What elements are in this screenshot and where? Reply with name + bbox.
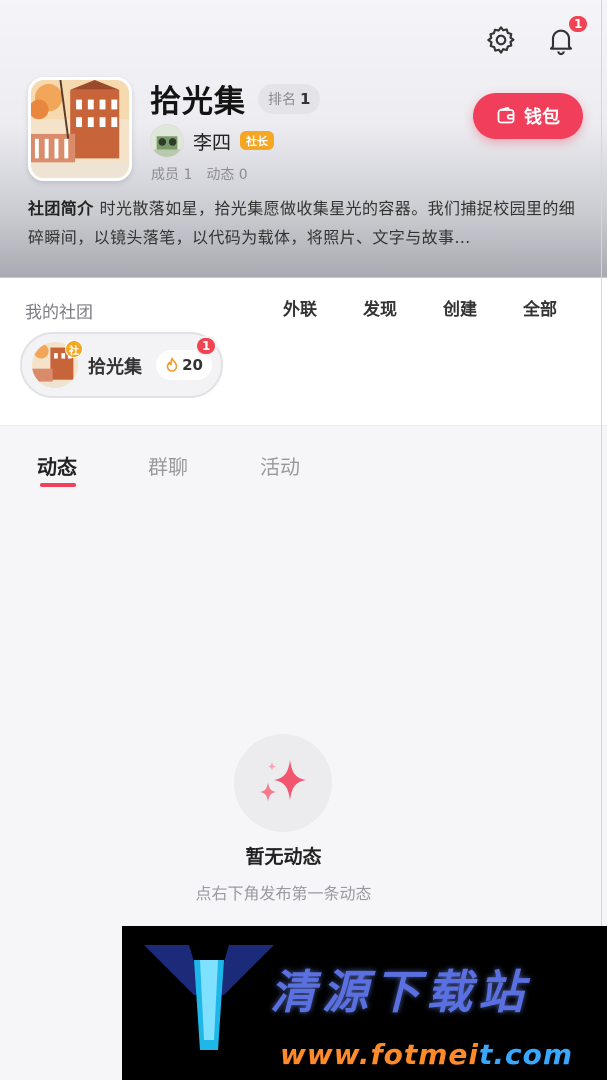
club-stats: 成员 1 动态 0 (151, 164, 248, 184)
owner-role-tag: 社长 (240, 131, 274, 150)
chip-club-name: 拾光集 (88, 357, 142, 378)
club-intro[interactable]: 社团简介 时光散落如星，拾光集愿做收集星光的容器。我们捕捉校园里的细碎瞬间，以镜头… (28, 194, 576, 252)
watermark-logo (144, 945, 274, 1050)
owner-avatar[interactable] (150, 124, 184, 158)
rank-badge[interactable]: 排名 1 (258, 84, 321, 114)
owner-avatar-image (151, 125, 183, 157)
owner-name: 李四 (193, 132, 232, 154)
my-clubs-section: 我的社团 外联 发现 创建 全部 社 拾光集 20 (0, 278, 607, 426)
member-count: 成员 1 (151, 167, 193, 183)
empty-state-title: 暂无动态 (245, 846, 322, 868)
club-header: 1 拾光集 排名 1 李四 社长 成员 1 动态 0 钱包 社团简介 时光散落如… (0, 0, 607, 278)
watermark-url-part2: t.com (479, 1038, 574, 1071)
settings-button[interactable] (481, 20, 521, 60)
active-tab-indicator (40, 483, 76, 487)
empty-state-illustration (234, 734, 332, 832)
link-discover[interactable]: 发现 (363, 295, 397, 320)
club-type-tag: 社 (65, 340, 83, 358)
post-count: 动态 0 (206, 167, 248, 183)
tab-group-chat[interactable]: 群聊 (148, 451, 188, 480)
watermark-title: 清源下载站 (270, 965, 530, 1019)
link-outreach[interactable]: 外联 (283, 295, 317, 320)
wallet-button[interactable]: 钱包 (473, 93, 583, 139)
heat-value: 20 (182, 356, 203, 374)
link-all[interactable]: 全部 (523, 295, 557, 320)
wallet-icon (497, 106, 515, 124)
fire-icon (166, 357, 178, 372)
gear-icon (487, 26, 515, 54)
my-clubs-title: 我的社团 (25, 303, 93, 323)
watermark-url-part1: www.fotmei (280, 1038, 480, 1071)
intro-label: 社团简介 (28, 199, 94, 218)
link-create[interactable]: 创建 (443, 295, 477, 320)
rank-label: 排名 (268, 92, 296, 108)
empty-state-subtitle: 点右下角发布第一条动态 (195, 884, 372, 903)
watermark-banner: 清源下载站 www.fotmeit.com (122, 926, 607, 1080)
tab-posts[interactable]: 动态 (37, 451, 77, 480)
content-tabs: 动态 群聊 活动 (0, 427, 607, 497)
club-avatar[interactable] (28, 77, 132, 181)
club-avatar-image (31, 80, 129, 178)
wallet-label: 钱包 (524, 107, 560, 127)
sparkle-icon (260, 760, 306, 802)
notification-badge: 1 (567, 14, 590, 34)
watermark-url: www.fotmeit.com (280, 1038, 573, 1071)
rank-value: 1 (300, 90, 311, 108)
intro-text: 时光散落如星，拾光集愿做收集星光的容器。我们捕捉校园里的细碎瞬间，以镜头落笔，以… (28, 199, 576, 247)
club-chip-badge: 1 (195, 336, 218, 356)
club-chip[interactable]: 社 拾光集 20 (20, 332, 223, 398)
tab-activities[interactable]: 活动 (260, 451, 300, 480)
club-name: 拾光集 (150, 84, 246, 120)
right-edge-divider (601, 0, 602, 926)
